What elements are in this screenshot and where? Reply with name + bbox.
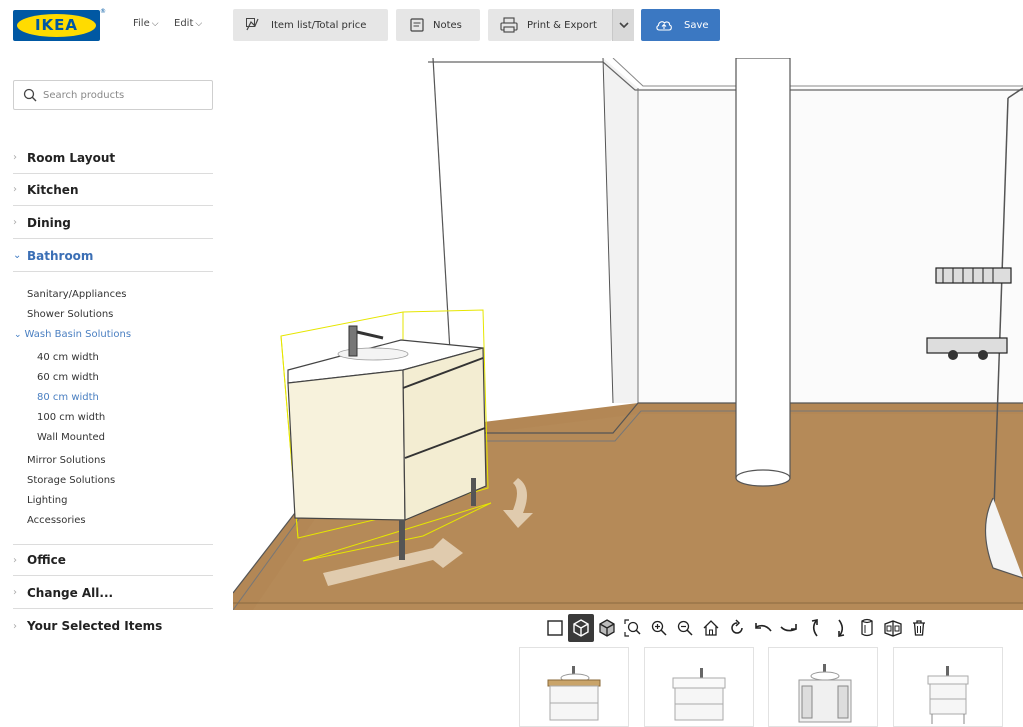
sub-item-wash-basin[interactable]: ⌄ Wash Basin Solutions xyxy=(14,329,131,340)
vanity-image xyxy=(798,664,852,723)
product-thumbnail[interactable] xyxy=(519,647,629,727)
zoom-fit-icon[interactable] xyxy=(620,614,646,642)
home-view-icon[interactable] xyxy=(698,614,724,642)
category-your-selected-items[interactable]: › Your Selected Items xyxy=(13,610,213,642)
search-icon xyxy=(23,88,37,102)
vanity-image xyxy=(547,666,601,721)
zoom-out-icon[interactable] xyxy=(672,614,698,642)
category-bathroom[interactable]: ⌄ Bathroom xyxy=(13,240,213,272)
category-room-layout[interactable]: › Room Layout xyxy=(13,142,213,174)
category-office[interactable]: › Office xyxy=(13,544,213,576)
sub-item-100cm[interactable]: 100 cm width xyxy=(37,412,105,423)
product-thumbnail[interactable] xyxy=(893,647,1003,727)
chevron-right-icon: › xyxy=(13,554,17,566)
rotate-icon[interactable] xyxy=(724,614,750,642)
3d-solid-view-icon[interactable] xyxy=(594,614,620,642)
room-view-icon[interactable] xyxy=(880,614,906,642)
ikea-logo[interactable]: IKEA xyxy=(13,10,100,41)
print-icon xyxy=(500,17,518,33)
product-sidebar: › Room Layout › Kitchen › Dining ⌄ Bathr… xyxy=(0,58,232,727)
vanity-image xyxy=(927,666,969,724)
sub-item-40cm[interactable]: 40 cm width xyxy=(37,352,99,363)
chevron-down-icon xyxy=(618,21,629,28)
sub-item-lighting[interactable]: Lighting xyxy=(27,495,67,506)
search-input[interactable] xyxy=(43,89,203,101)
sub-item-wall-mounted[interactable]: Wall Mounted xyxy=(37,432,105,443)
cloud-upload-icon xyxy=(656,21,672,31)
sub-item-80cm[interactable]: 80 cm width xyxy=(37,392,99,403)
print-export-button[interactable]: Print & Export xyxy=(488,9,612,41)
category-dining[interactable]: › Dining xyxy=(13,207,213,239)
product-thumbnail[interactable] xyxy=(768,647,878,727)
sub-item-60cm[interactable]: 60 cm width xyxy=(37,372,99,383)
chevron-right-icon: › xyxy=(13,620,17,632)
zoom-in-icon[interactable] xyxy=(646,614,672,642)
category-kitchen[interactable]: › Kitchen xyxy=(13,174,213,206)
sub-item-shower[interactable]: Shower Solutions xyxy=(27,309,113,320)
vanity-image xyxy=(672,668,726,721)
file-menu[interactable]: File ⌵ xyxy=(133,18,159,29)
save-button[interactable]: Save xyxy=(641,9,720,41)
rotate-right-icon[interactable] xyxy=(776,614,802,642)
2d-view-icon[interactable] xyxy=(542,614,568,642)
sub-item-sanitary[interactable]: Sanitary/Appliances xyxy=(27,289,126,300)
notes-button[interactable]: Notes xyxy=(396,9,480,41)
edit-menu[interactable]: Edit ⌵ xyxy=(174,18,202,29)
item-list-icon xyxy=(246,18,259,31)
sub-item-storage[interactable]: Storage Solutions xyxy=(27,475,115,486)
top-bar: IKEA ® File ⌵ Edit ⌵ Item list/Total pri… xyxy=(0,0,1023,58)
wall-cutaway-icon[interactable] xyxy=(854,614,880,642)
view-toolbar xyxy=(542,613,932,643)
chevron-down-icon: ⌵ xyxy=(151,18,159,29)
rotate-left-icon[interactable] xyxy=(750,614,776,642)
print-export-dropdown[interactable] xyxy=(612,9,634,41)
room-render[interactable] xyxy=(233,58,1023,610)
chevron-down-icon: ⌄ xyxy=(14,330,22,340)
item-list-button[interactable]: Item list/Total price xyxy=(233,9,388,41)
delete-icon[interactable] xyxy=(906,614,932,642)
chevron-right-icon: › xyxy=(13,587,17,598)
chevron-right-icon: › xyxy=(13,184,17,195)
3d-room-view[interactable] xyxy=(233,58,1023,610)
chevron-down-icon: ⌵ xyxy=(195,18,203,29)
sub-item-mirror[interactable]: Mirror Solutions xyxy=(27,455,106,466)
chevron-down-icon: ⌄ xyxy=(13,250,22,261)
search-box[interactable] xyxy=(13,80,213,110)
chevron-right-icon: › xyxy=(13,217,17,228)
sub-item-accessories[interactable]: Accessories xyxy=(27,515,86,526)
chevron-right-icon: › xyxy=(13,152,17,163)
product-thumbnail[interactable] xyxy=(644,647,754,727)
notes-icon xyxy=(410,18,424,32)
category-change-all[interactable]: › Change All... xyxy=(13,577,213,609)
3d-view-icon[interactable] xyxy=(568,614,594,642)
tilt-down-icon[interactable] xyxy=(828,614,854,642)
tilt-up-icon[interactable] xyxy=(802,614,828,642)
